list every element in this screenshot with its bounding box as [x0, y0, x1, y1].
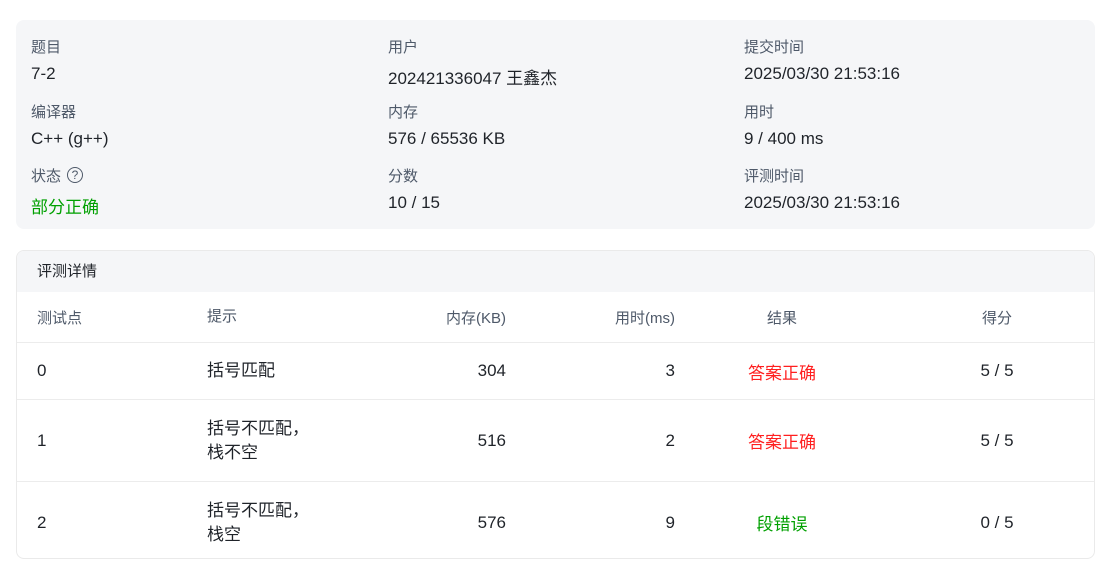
status-field: 状态? 部分正确 — [31, 165, 99, 217]
compiler-value: C++ (g++) — [31, 129, 109, 148]
memory-label: 内存 — [388, 103, 419, 121]
user-value: 202421336047 王鑫杰 — [388, 69, 558, 88]
memory-value: 576 / 65536 KB — [388, 129, 506, 148]
details-title: 评测详情 — [17, 251, 1094, 292]
case-result: 段错误 — [756, 515, 808, 534]
table-header: 测试点 提示 内存(KB) 用时(ms) 结果 得分 — [17, 292, 1094, 343]
submit-time-field: 提交时间 2025/03/30 21:53:16 — [744, 36, 900, 86]
col-header-memory: 内存(KB) — [445, 309, 506, 327]
help-icon[interactable]: ? — [67, 167, 84, 183]
submit-time-value: 2025/03/30 21:53:16 — [744, 64, 900, 83]
case-id: 0 — [37, 361, 47, 380]
judge-time-value: 2025/03/30 21:53:16 — [744, 193, 900, 212]
judge-time-label: 评测时间 — [744, 167, 805, 185]
time-field: 用时 9 / 400 ms — [744, 101, 823, 151]
col-header-case: 测试点 — [37, 309, 83, 327]
case-result: 答案正确 — [748, 433, 816, 452]
submit-time-label: 提交时间 — [744, 38, 805, 56]
case-memory: 576 — [477, 512, 506, 532]
score-value: 10 / 15 — [388, 193, 440, 212]
case-result: 答案正确 — [748, 363, 816, 383]
case-time: 2 — [665, 430, 675, 450]
table-row: 0 括号匹配 304 3 答案正确 5 / 5 — [17, 343, 1094, 400]
table-row: 2 括号不匹配，栈空 576 9 段错误 0 / 5 — [17, 482, 1094, 558]
score-field: 分数 10 / 15 — [388, 165, 440, 215]
case-memory: 304 — [477, 361, 506, 380]
status-value: 部分正确 — [31, 198, 99, 217]
table-row: 1 括号不匹配，栈不空 516 2 答案正确 5 / 5 — [17, 400, 1094, 482]
col-header-hint: 提示 — [207, 308, 238, 325]
case-score: 0 / 5 — [980, 512, 1014, 532]
submission-summary: 题目 7-2 用户 202421336047 王鑫杰 提交时间 2025/03/30 … — [16, 20, 1095, 229]
problem-label: 题目 — [31, 38, 62, 56]
judge-time-field: 评测时间 2025/03/30 21:53:16 — [744, 165, 900, 215]
user-label: 用户 — [388, 38, 419, 56]
case-hint: 括号不匹配，栈空 — [207, 500, 309, 544]
time-label: 用时 — [744, 103, 775, 121]
case-score: 5 / 5 — [980, 361, 1014, 380]
case-memory: 516 — [477, 430, 506, 450]
case-score: 5 / 5 — [980, 430, 1014, 450]
time-value: 9 / 400 ms — [744, 129, 824, 148]
problem-value: 7-2 — [31, 64, 56, 83]
score-label: 分数 — [388, 167, 419, 185]
compiler-field: 编译器 C++ (g++) — [31, 101, 109, 151]
col-header-result: 结果 — [766, 309, 797, 327]
memory-field: 内存 576 / 65536 KB — [388, 101, 505, 151]
col-header-time: 用时(ms) — [615, 309, 675, 327]
judge-details: 评测详情 测试点 提示 内存(KB) 用时(ms) 结果 得分 0 括号匹配 3… — [16, 250, 1095, 559]
case-hint: 括号不匹配，栈不空 — [207, 418, 309, 462]
compiler-label: 编译器 — [31, 103, 77, 121]
case-time: 3 — [665, 361, 675, 380]
problem-field: 题目 7-2 — [31, 36, 61, 86]
case-id: 2 — [37, 512, 47, 532]
case-hint: 括号匹配 — [207, 361, 275, 380]
case-time: 9 — [665, 512, 675, 532]
case-id: 1 — [37, 430, 47, 450]
user-field: 用户 202421336047 王鑫杰 — [388, 36, 558, 89]
col-header-score: 得分 — [981, 309, 1012, 327]
status-label: 状态 — [31, 167, 62, 185]
